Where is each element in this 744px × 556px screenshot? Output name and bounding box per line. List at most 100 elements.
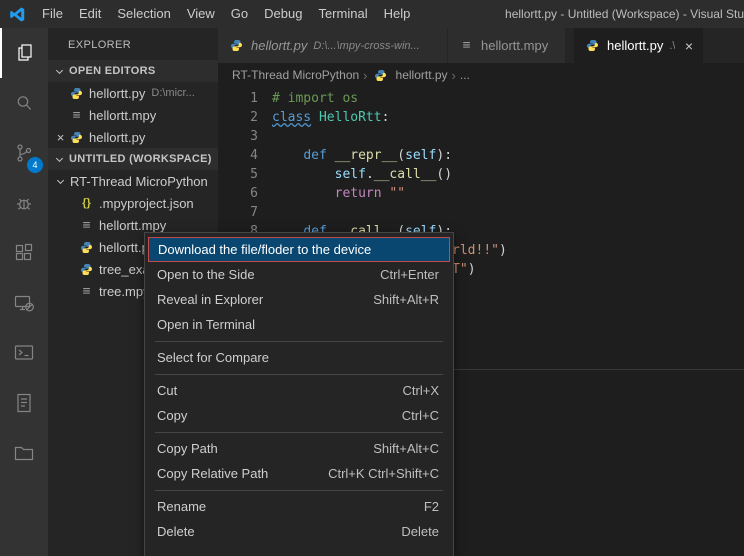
output-document-icon[interactable] — [0, 378, 48, 428]
menu-item-shortcut: Ctrl+X — [403, 383, 439, 398]
open-editors-list: hellortt.pyD:\micr...≡hellortt.mpy×hello… — [48, 82, 218, 148]
code-text — [258, 127, 272, 146]
context-menu-item[interactable]: Reveal in Explorer Shift+Alt+R — [145, 287, 453, 312]
mpy-file-icon: ≡ — [68, 108, 85, 123]
breadcrumb-label: RT-Thread MicroPython — [232, 68, 359, 82]
file-name: .mpyproject.json — [99, 196, 194, 211]
menu-item-shortcut: Shift+Alt+C — [373, 441, 439, 456]
tree-item[interactable]: {} .mpyproject.json — [48, 192, 218, 214]
root-folder-label: RT-Thread MicroPython — [70, 174, 208, 189]
tab-label: hellortt.py — [251, 38, 307, 53]
editor-tab[interactable]: ≡hellortt.mpy — [448, 28, 566, 63]
breadcrumb-separator-icon: › — [448, 68, 460, 83]
context-menu-item[interactable]: Download the file/floder to the device — [148, 237, 450, 262]
line-number: 3 — [218, 127, 258, 146]
context-menu-separator — [155, 341, 443, 342]
breadcrumb-item[interactable]: hellortt.py — [372, 68, 448, 82]
source-control-badge: 4 — [27, 157, 43, 173]
menu-bar: FileEditSelectionViewGoDebugTerminalHelp — [34, 0, 418, 28]
breadcrumb-separator-icon: › — [359, 68, 371, 83]
sidebar-title: EXPLORER — [48, 28, 218, 60]
open-editor-item[interactable]: ≡hellortt.mpy — [48, 104, 218, 126]
menu-item-shortcut: Delete — [401, 524, 439, 539]
open-editor-item[interactable]: hellortt.py D:\micr... — [48, 82, 218, 104]
context-menu-item[interactable]: Select for Compare — [145, 345, 453, 370]
chevron-down-icon — [56, 66, 63, 73]
breadcrumb-item[interactable]: ... — [460, 68, 470, 82]
context-menu-item[interactable]: CopyCtrl+C — [145, 403, 453, 428]
debug-icon[interactable] — [0, 178, 48, 228]
mpy-file-icon: ≡ — [78, 218, 95, 233]
context-menu-item[interactable]: DeleteDelete — [145, 519, 453, 544]
line-number: 7 — [218, 203, 258, 222]
menu-item-shortcut: Shift+Alt+R — [373, 292, 439, 307]
menubar-item-debug[interactable]: Debug — [256, 0, 310, 28]
file-name: hellortt.py — [89, 86, 145, 101]
folder-rt-thread-micropython[interactable]: RT-Thread MicroPython — [48, 170, 218, 192]
source-control-icon[interactable]: 4 — [0, 128, 48, 178]
open-editors-header[interactable]: OPEN EDITORS — [48, 60, 218, 82]
code-line[interactable]: 2class HelloRtt: — [218, 108, 744, 127]
terminal-panel-icon[interactable] — [0, 328, 48, 378]
code-line[interactable]: 6 return "" — [218, 184, 744, 203]
code-text: return "" — [258, 184, 405, 203]
extensions-icon[interactable] — [0, 228, 48, 278]
json-file-icon: {} — [78, 197, 95, 209]
menubar-item-view[interactable]: View — [179, 0, 223, 28]
context-menu-separator — [155, 374, 443, 375]
editor-tab[interactable]: hellortt.pyD:\...\mpy-cross-win... — [218, 28, 448, 63]
python-file-icon — [372, 69, 389, 82]
menubar-item-selection[interactable]: Selection — [109, 0, 178, 28]
title-bar: FileEditSelectionViewGoDebugTerminalHelp… — [0, 0, 744, 28]
line-number: 1 — [218, 89, 258, 108]
device-monitor-icon[interactable] — [0, 278, 48, 328]
python-file-icon — [78, 241, 95, 254]
menubar-item-go[interactable]: Go — [223, 0, 256, 28]
editor-tab[interactable]: hellortt.py.\× — [574, 28, 704, 63]
code-line[interactable]: 3 — [218, 127, 744, 146]
code-line[interactable]: 5 self.__call__() — [218, 165, 744, 184]
menubar-item-edit[interactable]: Edit — [71, 0, 109, 28]
chevron-down-icon — [57, 176, 64, 183]
menubar-item-file[interactable]: File — [34, 0, 71, 28]
menu-item-shortcut: Ctrl+K Ctrl+Shift+C — [328, 466, 439, 481]
close-icon[interactable]: × — [53, 130, 68, 145]
context-menu-item[interactable]: Open in Terminal — [145, 312, 453, 337]
line-number: 4 — [218, 146, 258, 165]
menu-item-label: Copy Relative Path — [157, 466, 268, 481]
python-file-icon — [78, 263, 95, 276]
context-menu-item[interactable]: Open to the SideCtrl+Enter — [145, 262, 453, 287]
open-editor-item[interactable]: ×hellortt.py — [48, 126, 218, 148]
vscode-logo-icon — [9, 6, 26, 23]
menu-item-label: Rename — [157, 499, 206, 514]
context-menu-item[interactable]: Copy Relative Path Ctrl+K Ctrl+Shift+C — [145, 461, 453, 486]
explorer-icon[interactable] — [0, 28, 48, 78]
context-menu-item[interactable]: Rename F2 — [145, 494, 453, 519]
code-line[interactable]: 4 def __repr__(self): — [218, 146, 744, 165]
file-description: D:\micr... — [151, 87, 194, 99]
workspace-header[interactable]: UNTITLED (WORKSPACE) — [48, 148, 218, 170]
code-line[interactable]: 1# import os — [218, 89, 744, 108]
folder-icon[interactable] — [0, 428, 48, 478]
code-text: class HelloRtt: — [258, 108, 389, 127]
context-menu: Download the file/floder to the deviceOp… — [144, 232, 454, 556]
context-menu-item[interactable]: Copy Path Shift+Alt+C — [145, 436, 453, 461]
context-menu-item[interactable]: CutCtrl+X — [145, 378, 453, 403]
python-file-icon — [584, 39, 601, 52]
menubar-item-help[interactable]: Help — [376, 0, 419, 28]
menu-item-label: Copy Path — [157, 441, 218, 456]
menu-item-shortcut: Ctrl+C — [402, 408, 439, 423]
menubar-item-terminal[interactable]: Terminal — [310, 0, 375, 28]
breadcrumb-item[interactable]: RT-Thread MicroPython — [232, 68, 359, 82]
menu-item-label: Open to the Side — [157, 267, 255, 282]
python-file-icon — [68, 87, 85, 100]
chevron-down-icon — [56, 154, 63, 161]
tab-close-icon[interactable]: × — [685, 38, 693, 54]
context-menu-separator — [155, 490, 443, 491]
search-icon[interactable] — [0, 78, 48, 128]
context-menu-separator — [155, 432, 443, 433]
code-line[interactable]: 7 — [218, 203, 744, 222]
open-editors-label: OPEN EDITORS — [69, 65, 156, 77]
menu-item-label: Reveal in Explorer — [157, 292, 263, 307]
menu-item-shortcut: F2 — [424, 499, 439, 514]
